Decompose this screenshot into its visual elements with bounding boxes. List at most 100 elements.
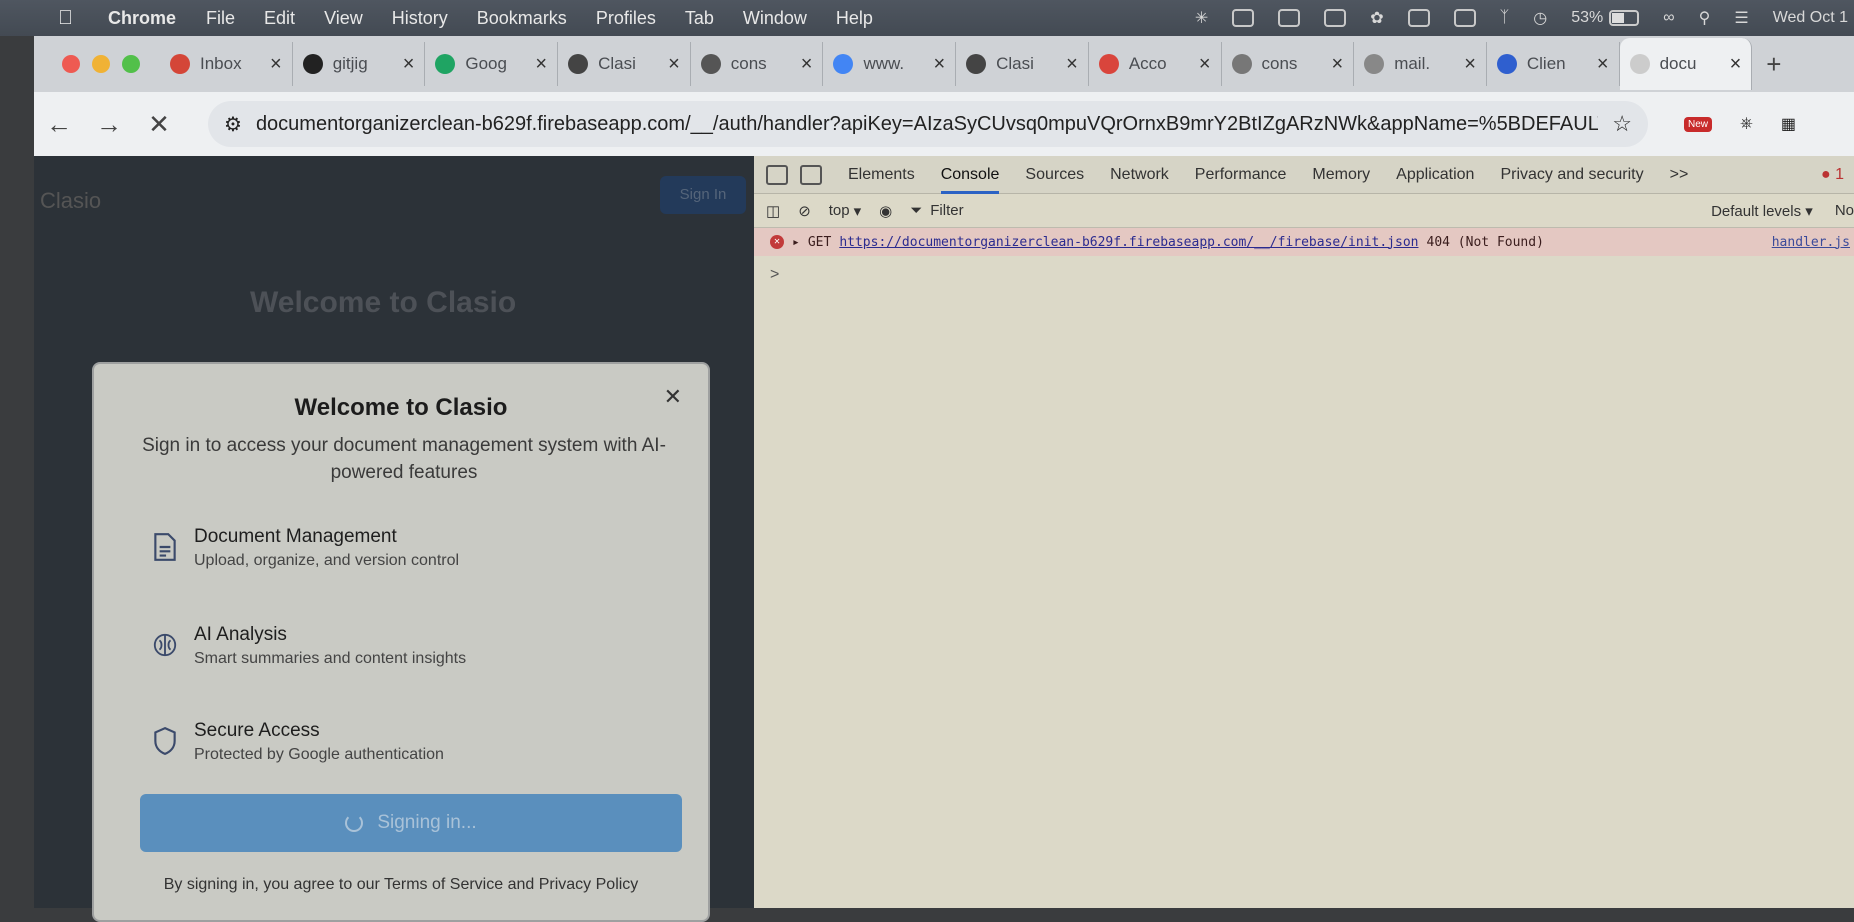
menu-view[interactable]: View	[324, 8, 363, 29]
close-tab-icon[interactable]: ×	[270, 53, 282, 76]
link-icon[interactable]: ∞	[1663, 9, 1674, 27]
menu-profiles[interactable]: Profiles	[596, 8, 656, 29]
openai-icon[interactable]: ✿	[1370, 8, 1383, 28]
menu-window[interactable]: Window	[743, 8, 807, 29]
browser-tab[interactable]: Clien ×	[1487, 42, 1620, 86]
menu-history[interactable]: History	[392, 8, 448, 29]
close-tab-icon[interactable]: ×	[535, 53, 547, 76]
browser-tab[interactable]: cons ×	[691, 42, 824, 86]
device-toolbar-icon[interactable]	[800, 164, 822, 185]
browser-tab[interactable]: Goog ×	[425, 42, 559, 86]
header-sign-in-button[interactable]: Sign In	[660, 176, 746, 214]
menu-tab[interactable]: Tab	[685, 8, 714, 29]
browser-tab[interactable]: Clasi ×	[956, 42, 1089, 86]
browser-tab[interactable]: www. ×	[823, 42, 957, 86]
page-title: Welcome to Clasio	[250, 286, 517, 319]
menu-app-name[interactable]: Chrome	[108, 8, 176, 29]
back-arrow-icon[interactable]: ←	[34, 109, 84, 140]
source-file-link[interactable]: handler.js	[1772, 235, 1850, 250]
window-icon[interactable]	[1453, 9, 1476, 27]
tab-application[interactable]: Application	[1396, 156, 1474, 194]
browser-tab[interactable]: docu ×	[1619, 38, 1753, 90]
sparkle-icon[interactable]: ✳	[1195, 8, 1208, 28]
tab-console[interactable]: Console	[940, 156, 1000, 194]
context-selector[interactable]: top ▾	[829, 202, 861, 220]
browser-tab[interactable]: cons ×	[1222, 42, 1355, 86]
site-logo[interactable]: Clasio	[40, 188, 101, 214]
tab-memory[interactable]: Memory	[1312, 156, 1370, 194]
time-machine-icon[interactable]: ◷	[1533, 8, 1547, 28]
toolbar-actions: New ⎈ ▦	[1684, 114, 1796, 134]
filter-icon: ⏷	[910, 202, 923, 219]
address-bar[interactable]: ⚙ documentorganizerclean-b629f.firebasea…	[208, 101, 1648, 147]
status-icon[interactable]	[1324, 9, 1347, 27]
console-filter-input[interactable]: ⏷ Filter	[910, 202, 1693, 219]
console-prompt[interactable]: >	[754, 266, 1854, 284]
live-expression-eye-icon[interactable]: ◉	[879, 202, 892, 220]
menu-bookmarks[interactable]: Bookmarks	[477, 8, 567, 29]
new-tab-button[interactable]: +	[1766, 49, 1781, 80]
battery-indicator[interactable]: 53%	[1571, 9, 1640, 27]
tab-network[interactable]: Network	[1110, 156, 1169, 194]
more-tabs-button[interactable]: >>	[1670, 156, 1689, 194]
tab-favicon-icon	[1364, 54, 1385, 74]
expand-triangle-icon[interactable]: ▸	[792, 235, 800, 250]
spotlight-icon[interactable]: ⚲	[1699, 8, 1711, 28]
control-center-icon[interactable]: ☰	[1734, 8, 1748, 28]
close-tab-icon[interactable]: ×	[1332, 53, 1344, 76]
close-tab-icon[interactable]: ×	[403, 53, 415, 76]
browser-tab[interactable]: gitjig ×	[293, 42, 426, 86]
inspect-element-icon[interactable]	[766, 164, 788, 185]
chevron-down-icon: ▾	[853, 202, 862, 220]
devtools-tab-bar: Elements Console Sources Network Perform…	[754, 156, 1854, 194]
console-error-message[interactable]: ✕ ▸ GET https://documentorganizerclean-b…	[754, 228, 1854, 256]
menu-file[interactable]: File	[206, 8, 235, 29]
close-tab-icon[interactable]: ×	[1730, 53, 1742, 76]
bluetooth-icon[interactable]: ᛉ	[1500, 9, 1510, 27]
window-controls	[62, 55, 140, 73]
close-tab-icon[interactable]: ×	[668, 53, 680, 76]
browser-tab[interactable]: mail. ×	[1354, 42, 1487, 86]
display-icon[interactable]	[1407, 9, 1430, 27]
browser-tab[interactable]: Acco ×	[1089, 42, 1222, 86]
log-levels-dropdown[interactable]: Default levels ▾	[1711, 202, 1813, 220]
side-panel-icon[interactable]: ▦	[1781, 114, 1796, 134]
new-feature-badge[interactable]: New	[1684, 116, 1713, 132]
clear-console-icon[interactable]: ⊘	[798, 202, 811, 220]
browser-tab[interactable]: Clasi ×	[558, 42, 691, 86]
feature-desc: Protected by Google authentication	[194, 746, 444, 763]
close-tab-icon[interactable]: ×	[1066, 53, 1078, 76]
close-tab-icon[interactable]: ×	[1597, 53, 1609, 76]
close-tab-icon[interactable]: ×	[1464, 53, 1476, 76]
issues-counter[interactable]: No	[1835, 202, 1854, 219]
minimize-window-button[interactable]	[92, 55, 110, 73]
menu-help[interactable]: Help	[836, 8, 873, 29]
stop-loading-icon[interactable]: ✕	[134, 109, 184, 140]
close-tab-icon[interactable]: ×	[933, 53, 945, 76]
request-url-link[interactable]: https://documentorganizerclean-b629f.fir…	[839, 235, 1418, 250]
browser-tab[interactable]: Inbox ×	[160, 42, 293, 86]
sidebar-toggle-icon[interactable]: ◫	[766, 202, 780, 220]
context-value: top	[828, 202, 850, 219]
status-icon[interactable]	[1232, 9, 1255, 27]
tab-privacy-security[interactable]: Privacy and security	[1500, 156, 1643, 194]
apple-icon[interactable]: 	[58, 7, 88, 30]
close-tab-icon[interactable]: ×	[801, 53, 813, 76]
forward-arrow-icon[interactable]: →	[84, 109, 134, 140]
close-tab-icon[interactable]: ×	[1199, 53, 1211, 76]
close-window-button[interactable]	[62, 55, 80, 73]
extensions-icon[interactable]: ⎈	[1740, 115, 1753, 133]
error-count-badge[interactable]: ● 1	[1821, 166, 1844, 184]
menu-edit[interactable]: Edit	[264, 8, 295, 29]
bookmark-star-icon[interactable]: ☆	[1612, 111, 1632, 137]
zoom-window-button[interactable]	[122, 55, 140, 73]
status-icon[interactable]	[1278, 9, 1301, 27]
tab-elements[interactable]: Elements	[848, 156, 915, 194]
menu-clock[interactable]: Wed Oct 1	[1773, 9, 1848, 27]
tab-favicon-icon	[1098, 54, 1119, 74]
site-settings-icon[interactable]: ⚙	[224, 112, 242, 137]
tab-sources[interactable]: Sources	[1025, 156, 1084, 194]
url-text[interactable]: documentorganizerclean-b629f.firebaseapp…	[256, 113, 1598, 136]
sign-in-button[interactable]: Signing in...	[140, 794, 682, 852]
tab-performance[interactable]: Performance	[1195, 156, 1287, 194]
